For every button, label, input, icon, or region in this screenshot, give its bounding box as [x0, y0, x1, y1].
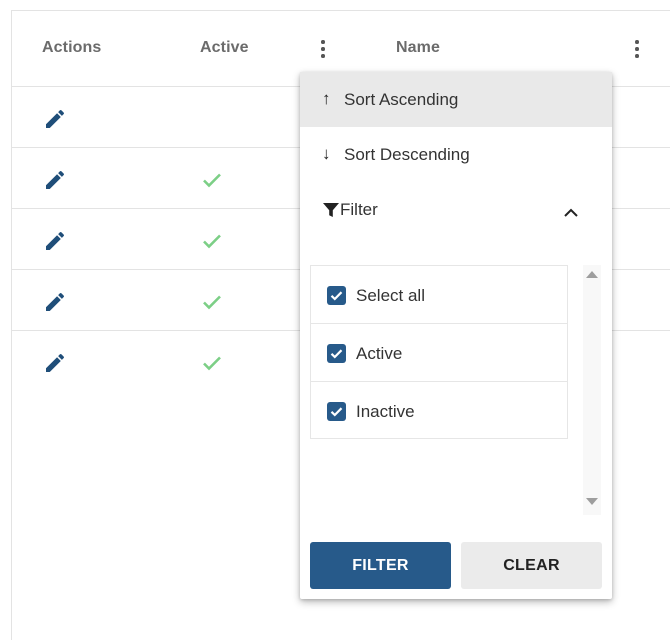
check-icon: [200, 290, 224, 314]
active-column-menu-icon[interactable]: [315, 40, 331, 60]
arrow-up-icon: ↑: [322, 89, 331, 108]
filter-option-label: Inactive: [356, 402, 415, 421]
filter-label: Filter: [340, 200, 378, 219]
filter-option-label: Select all: [356, 286, 425, 305]
clear-button[interactable]: CLEAR: [461, 542, 602, 589]
edit-icon[interactable]: [43, 168, 67, 192]
sort-ascending-label: Sort Ascending: [344, 90, 459, 109]
sort-descending-item[interactable]: ↓ Sort Descending: [300, 127, 612, 182]
edit-icon[interactable]: [43, 290, 67, 314]
edit-icon[interactable]: [43, 229, 67, 253]
edit-icon[interactable]: [43, 107, 67, 131]
check-icon: [200, 351, 224, 375]
filter-options-list: Select all Active Inactive: [310, 265, 568, 439]
column-header-actions[interactable]: Actions: [42, 39, 101, 57]
arrow-down-icon: ↓: [322, 144, 331, 163]
filter-option-select-all[interactable]: Select all: [311, 266, 567, 324]
filter-section-toggle[interactable]: Filter: [300, 182, 612, 237]
filter-option-active[interactable]: Active: [311, 324, 567, 382]
check-icon: [200, 229, 224, 253]
filter-list-scrollbar[interactable]: [583, 265, 601, 515]
column-header-name[interactable]: Name: [396, 39, 440, 57]
checkbox-checked-icon[interactable]: [327, 344, 346, 363]
checkbox-checked-icon[interactable]: [327, 402, 346, 421]
column-header-active[interactable]: Active: [200, 39, 249, 57]
checkbox-checked-icon[interactable]: [327, 286, 346, 305]
edit-icon[interactable]: [43, 351, 67, 375]
filter-option-inactive[interactable]: Inactive: [311, 382, 567, 440]
scroll-up-arrow-icon[interactable]: [586, 271, 598, 278]
filter-option-label: Active: [356, 344, 403, 363]
scroll-down-arrow-icon[interactable]: [586, 498, 598, 505]
chevron-up-icon[interactable]: [563, 204, 579, 217]
column-menu-popup: ↑ Sort Ascending ↓ Sort Descending Filte…: [300, 72, 612, 599]
name-column-menu-icon[interactable]: [629, 40, 645, 60]
filter-button[interactable]: FILTER: [310, 542, 451, 589]
check-icon: [200, 168, 224, 192]
funnel-icon: [322, 201, 340, 219]
sort-descending-label: Sort Descending: [344, 145, 470, 164]
sort-ascending-item[interactable]: ↑ Sort Ascending: [300, 72, 612, 127]
